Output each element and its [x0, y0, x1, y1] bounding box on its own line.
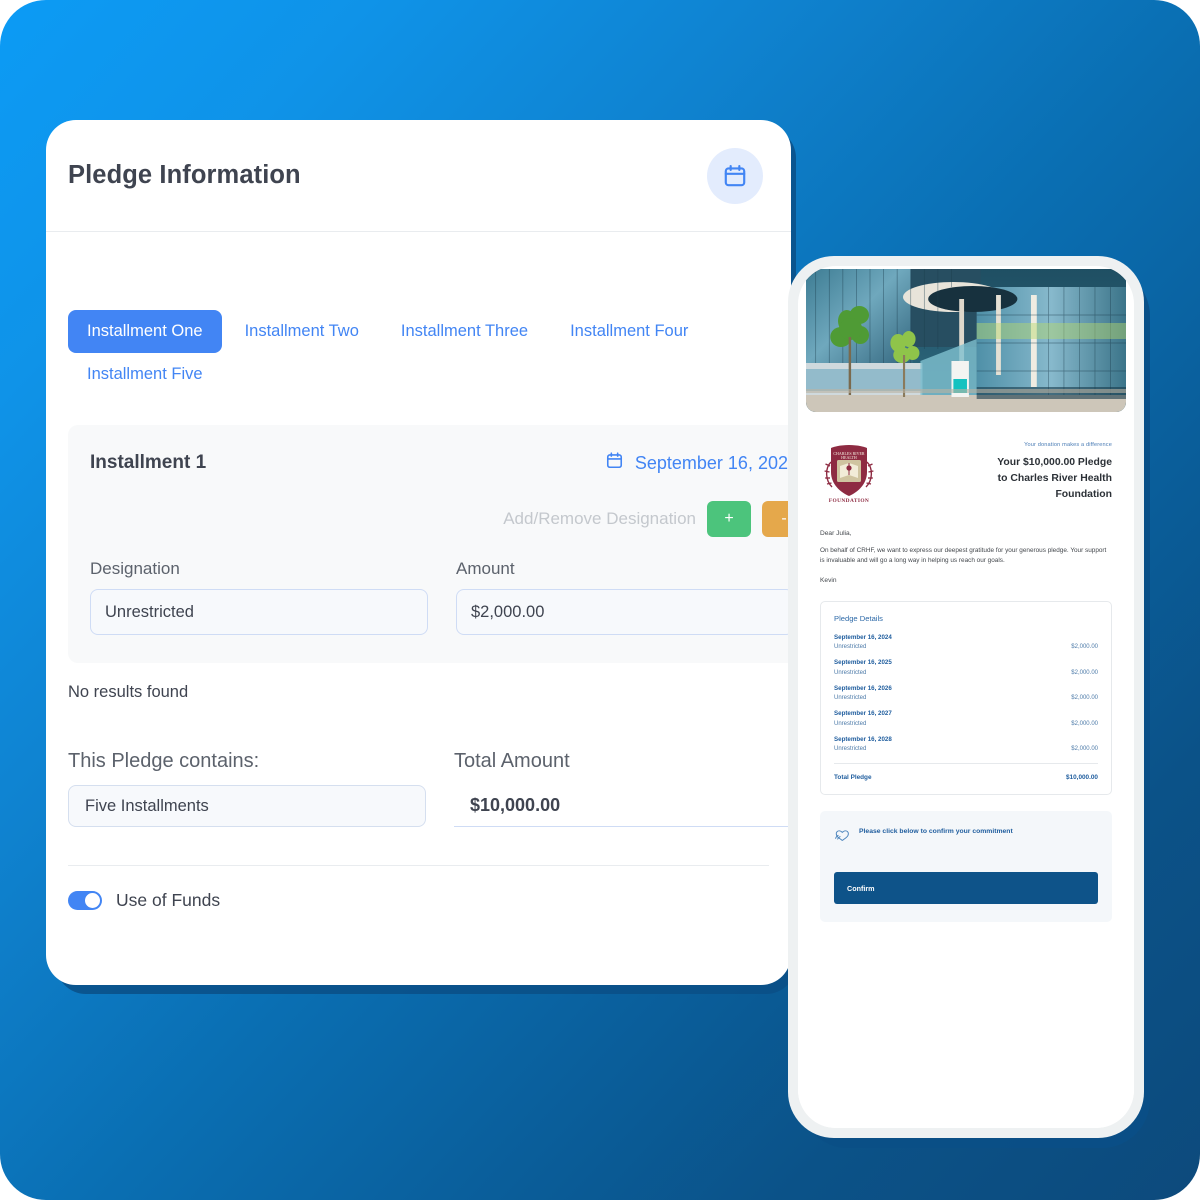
installment-tabs: Installment One Installment Two Installm…: [46, 232, 746, 395]
pledge-detail-line: Unrestricted $2,000.00: [834, 670, 1098, 676]
confirm-message: Please click below to confirm your commi…: [859, 828, 1013, 836]
pledge-detail-date: September 16, 2028: [834, 735, 892, 743]
designation-fields: Designation Unrestricted Amount $2,000.0…: [90, 559, 791, 635]
health-center-building-photo: [806, 269, 1126, 412]
use-of-funds-row: Use of Funds: [68, 890, 791, 911]
pledge-detail-amount: $2,000.00: [1071, 695, 1098, 702]
pledge-details-card: Pledge Details September 16, 2024 Unrest…: [820, 600, 1112, 796]
pledge-detail-amount: $2,000.00: [1071, 644, 1098, 651]
pledge-contains-label: This Pledge contains:: [68, 750, 260, 772]
email-body-text: On behalf of CRHF, we want to express ou…: [820, 547, 1107, 565]
foundation-crest-logo: CHARLES RIVER HEALTH FOUNDATION: [820, 438, 878, 504]
total-amount-value: $10,000.00: [454, 785, 791, 827]
use-of-funds-toggle[interactable]: [68, 891, 102, 910]
installment-panel: Installment 1 September 16, 2024 Add/Rem…: [68, 425, 791, 663]
pledge-detail-row: September 16, 2026 Unrestricted $2,000.0…: [834, 685, 1098, 702]
installment-date-text: September 16, 2024: [634, 452, 791, 473]
pledge-total-row: Total Pledge $10,000.00: [834, 774, 1098, 781]
pledge-information-card: Pledge Information Installment One Insta…: [46, 120, 791, 985]
pledge-detail-line: Unrestricted $2,000.00: [834, 721, 1098, 727]
section-divider: [68, 865, 769, 866]
pledge-detail-amount: $2,000.00: [1071, 746, 1098, 753]
amount-input[interactable]: $2,000.00: [456, 589, 791, 635]
pledge-detail-line: Unrestricted $2,000.00: [834, 695, 1098, 701]
email-title: Your $10,000.00 Pledge to Charles River …: [888, 455, 1112, 503]
email-content: CHARLES RIVER HEALTH FOUNDATION Your don…: [798, 412, 1134, 1128]
hero-image: [806, 269, 1126, 412]
pledge-detail-line: Unrestricted $2,000.00: [834, 644, 1098, 650]
pledge-contains-select[interactable]: Five Installments: [68, 785, 426, 827]
email-header: CHARLES RIVER HEALTH FOUNDATION Your don…: [820, 438, 1112, 504]
installment-panel-header: Installment 1 September 16, 2024: [90, 451, 791, 475]
no-results-text: No results found: [68, 683, 189, 701]
pledge-detail-amount: $2,000.00: [1071, 720, 1098, 727]
app-background: Pledge Information Installment One Insta…: [0, 0, 1200, 1200]
pledge-detail-date: September 16, 2027: [834, 710, 892, 718]
confirm-message-row: Please click below to confirm your commi…: [834, 827, 1098, 847]
pledge-detail-designation: Unrestricted: [834, 669, 867, 676]
pledge-detail-date: September 16, 2026: [834, 684, 892, 692]
installment-date[interactable]: September 16, 2024: [605, 451, 791, 475]
installment-heading: Installment 1: [90, 452, 207, 473]
pledge-detail-row: September 16, 2027 Unrestricted $2,000.0…: [834, 710, 1098, 727]
amount-label: Amount: [456, 559, 515, 578]
calendar-icon: [605, 451, 624, 475]
pledge-total-label: Total Pledge: [834, 774, 872, 782]
use-of-funds-label: Use of Funds: [116, 890, 221, 910]
email-title-block: Your donation makes a difference Your $1…: [888, 438, 1112, 503]
tab-installment-four[interactable]: Installment Four: [551, 310, 707, 353]
toggle-knob: [85, 893, 100, 908]
remove-designation-button[interactable]: -: [762, 501, 791, 537]
pledge-detail-designation: Unrestricted: [834, 720, 867, 727]
email-signature: Kevin: [820, 576, 837, 584]
pledge-detail-designation: Unrestricted: [834, 746, 867, 753]
tab-installment-three[interactable]: Installment Three: [382, 310, 547, 353]
add-designation-button[interactable]: +: [707, 501, 751, 537]
pledge-contains-group: This Pledge contains: Five Installments: [68, 750, 426, 827]
pledge-detail-date: September 16, 2025: [834, 659, 892, 667]
svg-text:HEALTH: HEALTH: [841, 455, 857, 460]
email-title-line-1: Your $10,000.00 Pledge: [997, 457, 1112, 468]
confirm-card: Please click below to confirm your commi…: [820, 811, 1112, 923]
add-remove-designation-row: Add/Remove Designation + -: [90, 501, 791, 537]
pledge-detail-row: September 16, 2025 Unrestricted $2,000.0…: [834, 659, 1098, 676]
total-amount-label: Total Amount: [454, 750, 570, 772]
confirm-button[interactable]: Confirm: [834, 872, 1098, 905]
phone-mockup: CHARLES RIVER HEALTH FOUNDATION Your don…: [788, 256, 1144, 1138]
pledge-detail-row: September 16, 2028 Unrestricted $2,000.0…: [834, 736, 1098, 753]
tab-installment-one[interactable]: Installment One: [68, 310, 222, 353]
card-header: Pledge Information: [46, 120, 791, 232]
svg-text:FOUNDATION: FOUNDATION: [829, 498, 869, 504]
pledge-detail-line: Unrestricted $2,000.00: [834, 746, 1098, 752]
pledge-totals: This Pledge contains: Five Installments …: [68, 750, 791, 827]
designation-field-group: Designation Unrestricted: [90, 559, 428, 635]
pledge-detail-row: September 16, 2024 Unrestricted $2,000.0…: [834, 634, 1098, 651]
email-title-line-2: to Charles River Health: [997, 473, 1112, 485]
tab-installment-five[interactable]: Installment Five: [68, 353, 222, 396]
pledge-detail-date: September 16, 2024: [834, 633, 892, 641]
designation-input[interactable]: Unrestricted: [90, 589, 428, 635]
pledge-details-separator: [834, 763, 1098, 765]
page-title: Pledge Information: [68, 161, 301, 189]
designation-label: Designation: [90, 559, 180, 578]
amount-field-group: Amount $2,000.00: [456, 559, 791, 635]
tab-installment-two[interactable]: Installment Two: [226, 310, 378, 353]
total-amount-group: Total Amount $10,000.00: [454, 750, 791, 827]
phone-screen: CHARLES RIVER HEALTH FOUNDATION Your don…: [798, 266, 1134, 1128]
calendar-icon: [722, 163, 748, 189]
pledge-detail-designation: Unrestricted: [834, 644, 867, 651]
calendar-button[interactable]: [707, 147, 763, 204]
add-remove-designation-label: Add/Remove Designation: [503, 509, 696, 528]
email-title-line-3: Foundation: [1055, 489, 1112, 501]
pledge-detail-designation: Unrestricted: [834, 695, 867, 702]
shield-crest-icon: CHARLES RIVER HEALTH FOUNDATION: [824, 445, 874, 504]
email-greeting: Dear Julia,: [820, 530, 852, 537]
email-kicker: Your donation makes a difference: [1024, 442, 1112, 448]
pledge-detail-amount: $2,000.00: [1071, 669, 1098, 676]
pledge-details-title: Pledge Details: [834, 613, 883, 623]
pledge-total-value: $10,000.00: [1066, 774, 1098, 782]
heart-hand-icon: [834, 827, 850, 847]
